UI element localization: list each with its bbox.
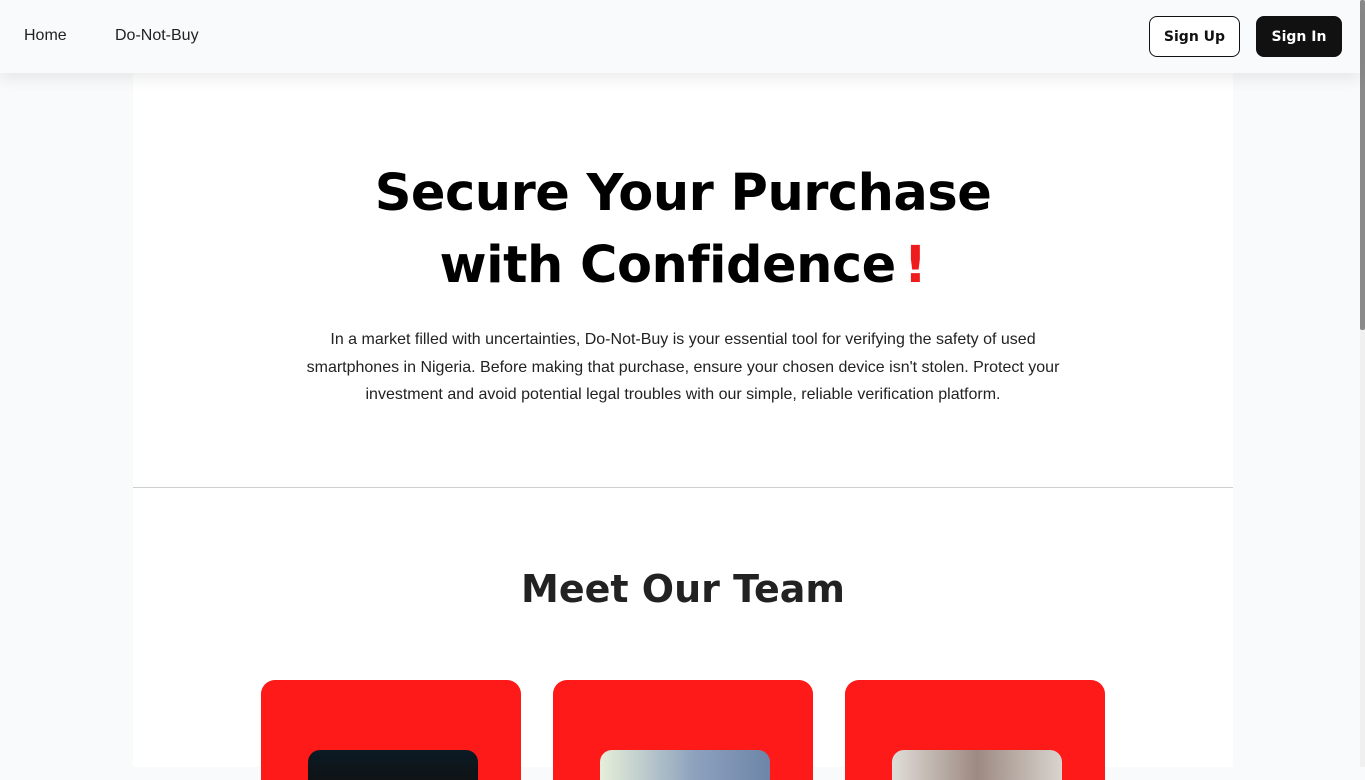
hero-title-line1: Secure Your Purchase	[374, 164, 992, 223]
nav-home-link[interactable]: Home	[24, 27, 67, 45]
team-member-card	[261, 680, 521, 780]
hero-title-line2: with Confidence	[439, 236, 897, 295]
team-member-card	[553, 680, 813, 780]
page-scrollbar[interactable]	[1360, 0, 1365, 767]
team-member-photo	[892, 750, 1062, 780]
section-divider	[133, 487, 1233, 488]
top-navbar: Home Do-Not-Buy Sign Up Sign In	[0, 0, 1360, 73]
sign-up-button[interactable]: Sign Up	[1149, 16, 1240, 57]
team-member-photo	[308, 750, 478, 780]
sign-in-button[interactable]: Sign In	[1256, 16, 1342, 57]
scrollbar-thumb[interactable]	[1360, 0, 1365, 330]
hero-title: Secure Your Purchase with Confidence!	[133, 158, 1233, 302]
exclamation-mark: !	[903, 236, 927, 295]
team-member-card	[845, 680, 1105, 780]
team-member-photo	[600, 750, 770, 780]
hero-description: In a market filled with uncertainties, D…	[306, 331, 1060, 403]
team-section-title: Meet Our Team	[521, 567, 845, 611]
nav-do-not-buy-link[interactable]: Do-Not-Buy	[115, 27, 199, 45]
main-content: Secure Your Purchase with Confidence! In…	[133, 73, 1233, 780]
